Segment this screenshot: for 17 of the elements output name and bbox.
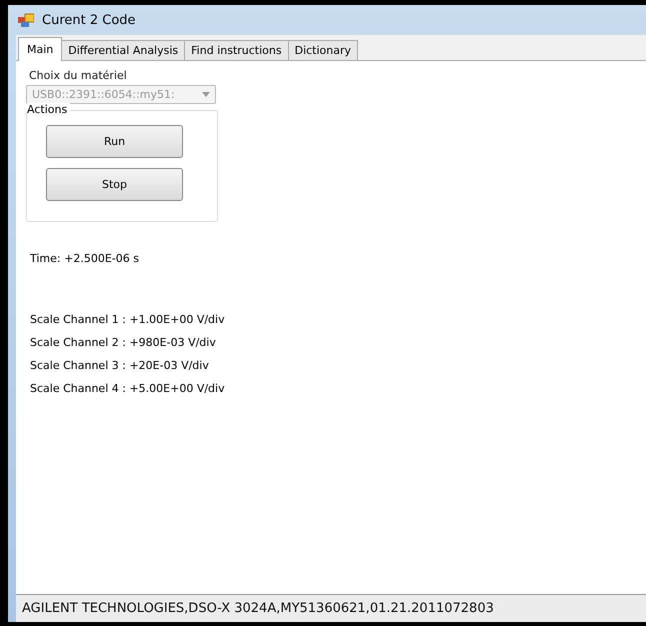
tab[interactable]: Dictionary [288,40,358,60]
tab[interactable]: Find instructions [184,40,289,60]
action-button[interactable]: Run [46,125,183,158]
group-title: Actions [27,103,70,116]
time-text: Time: +2.500E-06 s [30,252,139,265]
scale-text: Scale Channel 4 : +5.00E+00 V/div [30,382,225,395]
action-button[interactable]: Stop [46,168,183,201]
tab[interactable]: Main [18,37,62,61]
app-icon [18,13,34,27]
scale-text: Scale Channel 1 : +1.00E+00 V/div [30,313,225,326]
device-label: Choix du matériel [29,69,127,82]
scale-text: Scale Channel 2 : +980E-03 V/div [30,336,217,349]
caret-icon [202,92,210,97]
scale-text: Scale Channel 3 : +20E-03 V/div [30,359,210,372]
tab[interactable]: Differential Analysis [61,40,186,60]
status-bar: AGILENT TECHNOLOGIES,DSO-X 3024A,MY51360621,01.21.2011072803 [16,594,646,622]
window-title: Curent 2 Code [42,12,136,28]
